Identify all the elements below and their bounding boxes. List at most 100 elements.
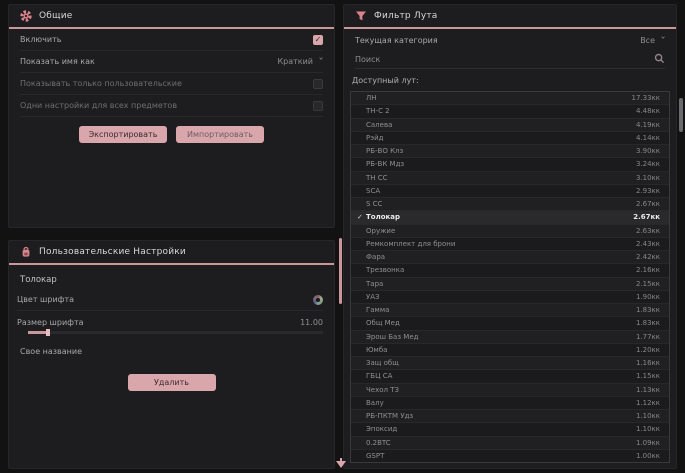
loot-item-value: 17.33кк (632, 94, 661, 102)
scroll-down-arrow-icon[interactable] (336, 461, 346, 468)
loot-item-name: Юмба (366, 346, 636, 354)
loot-list-item[interactable]: ТН СС 3.10кк (351, 171, 669, 184)
loot-list-item[interactable]: Ремкомплект для брони 2.43кк (351, 237, 669, 250)
loot-filter-panel: Фильтр Лута Текущая категория Все ˅ Дост… (343, 4, 677, 469)
loot-item-name: Рэйд (366, 134, 636, 142)
loot-list-item[interactable]: РБ-ВК Мдз 3.24кк (351, 157, 669, 170)
import-button[interactable]: Импортировать (176, 126, 264, 143)
loot-item-name: S СС (366, 200, 636, 208)
loot-item-name: РБ-ПКТМ Удз (366, 412, 636, 420)
loot-item-value: 2.15кк (636, 280, 660, 288)
delete-button[interactable]: Удалить (128, 374, 216, 391)
color-wheel-icon[interactable] (313, 295, 323, 305)
loot-item-name: Защ общ (366, 359, 636, 367)
loot-list-item[interactable]: Эрош Баз Мед 1.77кк (351, 330, 669, 343)
loot-list-item[interactable]: УАЗ 1.90кк (351, 290, 669, 303)
loot-item-value: 3.10кк (636, 174, 660, 182)
enable-checkbox[interactable]: ✓ (313, 35, 323, 45)
list-scrollbar-thumb[interactable] (679, 98, 683, 132)
loot-item-value: 2.42кк (636, 253, 660, 261)
loot-list-item[interactable]: 0.2BTC 1.09кк (351, 436, 669, 449)
custom-settings-panel: Пользовательские Настройки Толокар Цвет … (8, 240, 335, 469)
filter-panel-header: Фильтр Лута (344, 5, 676, 27)
search-input[interactable] (355, 55, 654, 64)
loot-item-value: 1.13кк (636, 386, 660, 394)
loot-item-value: 2.16кк (636, 266, 660, 274)
loot-list-item[interactable]: РБ-ВО Клз 3.90кк (351, 144, 669, 157)
loot-item-name: Трезвонка (366, 266, 636, 274)
loot-list-item[interactable]: Эпоксид 1.10кк (351, 422, 669, 435)
loot-item-name: ГБЦ СА (366, 372, 636, 380)
display-name-dropdown[interactable]: Краткий ˅ (277, 57, 323, 66)
general-panel: Общие Включить ✓ Показать имя как Кратки… (8, 4, 335, 228)
category-label: Текущая категория (355, 36, 438, 45)
loot-item-name: Эпоксид (366, 425, 636, 433)
loot-item-value: 2.43кк (636, 240, 660, 248)
loot-list-item[interactable]: Юмба 1.20кк (351, 343, 669, 356)
loot-item-name: Ремкомплект для брони (366, 240, 636, 248)
loot-item-name: Салева (366, 121, 636, 129)
loot-list-item[interactable]: Салева 4.19кк (351, 118, 669, 131)
loot-list-item[interactable]: ✓ Толокар 2.67кк (351, 210, 669, 223)
loot-item-value: 2.67кк (636, 200, 660, 208)
funnel-icon (355, 10, 367, 22)
loot-list-item[interactable]: Трезвонка 2.16кк (351, 263, 669, 276)
loot-item-value: 3.90кк (636, 147, 660, 155)
category-row: Текущая категория Все ˅ (355, 29, 665, 51)
loot-item-value: 1.90кк (636, 293, 660, 301)
backpack-icon (20, 246, 32, 258)
search-bar (355, 51, 665, 69)
slider-fill (28, 331, 46, 334)
loot-list-item[interactable]: Фара 2.42кк (351, 250, 669, 263)
loot-item-value: 1.20кк (636, 346, 660, 354)
loot-list-item[interactable]: S СС 2.67кк (351, 197, 669, 210)
loot-item-name: РБ-ВО Клз (366, 147, 636, 155)
loot-item-name: Тара (366, 280, 636, 288)
loot-item-value: 1.10кк (636, 425, 660, 433)
only-custom-checkbox[interactable] (313, 79, 323, 89)
custom-name-row (20, 340, 323, 362)
loot-list-item[interactable]: GSPT 1.00кк (351, 449, 669, 462)
custom-name-input[interactable] (20, 347, 323, 356)
loot-list-item[interactable]: Оружие 2.63кк (351, 224, 669, 237)
custom-panel-header: Пользовательские Настройки (9, 241, 334, 263)
center-scrollbar-thumb[interactable] (339, 238, 342, 304)
chevron-down-icon: ˅ (660, 36, 666, 45)
loot-item-name: ТН-С 2 (366, 107, 636, 115)
slider-handle[interactable] (46, 329, 50, 336)
loot-list-item[interactable]: Общ Мед 1.83кк (351, 316, 669, 329)
loot-item-name: РБ-ВК Мдз (366, 160, 636, 168)
category-dropdown[interactable]: Все ˅ (640, 36, 665, 45)
loot-list-item[interactable]: Чехол ТЗ 1.13кк (351, 383, 669, 396)
loot-item-name: SCA (366, 187, 636, 195)
only-custom-label: Показывать только пользовательские (20, 79, 182, 88)
loot-item-name: Фара (366, 253, 636, 261)
available-loot-label: Доступный лут: (344, 69, 676, 90)
export-button[interactable]: Экспортировать (79, 126, 167, 143)
loot-list-item[interactable]: ТН-С 2 4.48кк (351, 104, 669, 117)
loot-list-item[interactable]: SCA 2.93кк (351, 184, 669, 197)
loot-list-item[interactable]: Валу 1.12кк (351, 396, 669, 409)
loot-list-item[interactable]: Рэйд 4.14кк (351, 131, 669, 144)
loot-item-name: Оружие (366, 227, 636, 235)
font-color-label: Цвет шрифта (17, 295, 74, 304)
loot-list-item[interactable]: Тара 2.15кк (351, 277, 669, 290)
loot-list-item[interactable]: Гамма 1.83кк (351, 303, 669, 316)
loot-item-name: Гамма (366, 306, 636, 314)
loot-list-item[interactable]: ЛН 17.33кк (351, 92, 669, 104)
same-settings-label: Одни настройки для всех предметов (20, 101, 177, 110)
search-icon[interactable] (654, 53, 665, 66)
loot-list-item[interactable]: Защ общ 1.16кк (351, 356, 669, 369)
loot-list-item[interactable]: ГБЦ СА 1.15кк (351, 369, 669, 382)
loot-item-value: 1.00кк (636, 452, 660, 460)
loot-item-value: 4.14кк (636, 134, 660, 142)
font-size-slider[interactable] (9, 331, 334, 334)
font-size-value: 11.00 (300, 318, 323, 327)
loot-item-value: 2.63кк (636, 227, 660, 235)
same-settings-checkbox[interactable] (313, 101, 323, 111)
loot-list[interactable]: ЛН 17.33кк ТН-С 2 4.48кк Салева 4.19кк Р… (350, 91, 670, 463)
slider-track[interactable] (28, 331, 323, 334)
font-color-row: Цвет шрифта (17, 289, 323, 311)
loot-list-item[interactable]: РБ-ПКТМ Удз 1.10кк (351, 409, 669, 422)
display-name-value: Краткий (277, 57, 313, 66)
